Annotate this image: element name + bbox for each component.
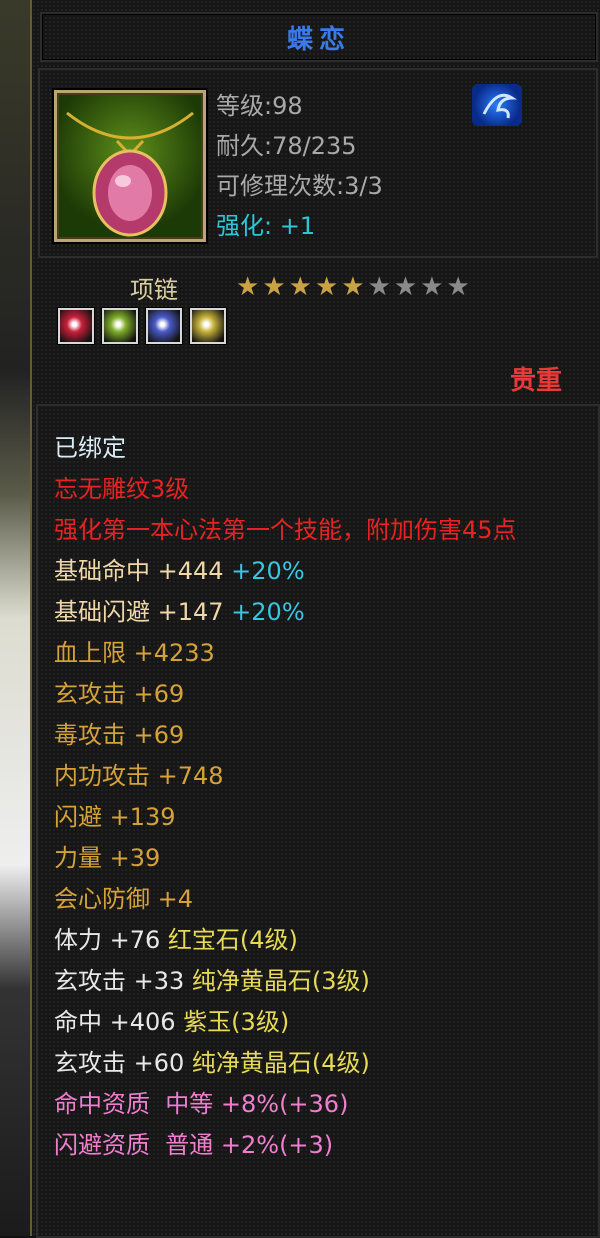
effect-text: 强化第一本心法第一个技能，附加伤害45点 (54, 516, 517, 544)
gem-stat-line: 玄攻击 +60 纯净黄晶石(4级) (54, 1043, 594, 1084)
game-background-edge (0, 0, 30, 1236)
aptitude-line: 命中资质 中等 +8%(+36) (54, 1090, 349, 1118)
stat-text: 基础闪避 +147 (54, 598, 224, 626)
star-icon: ★ (288, 272, 312, 302)
gem-stat-line: 命中 +406 紫玉(3级) (54, 1002, 594, 1043)
stat-text: 毒攻击 +69 (54, 721, 185, 749)
stat-text: 力量 +39 (54, 844, 161, 872)
stat-line: 闪避 +139 (54, 797, 594, 838)
stat-line: 会心防御 +4 (54, 879, 594, 920)
stat-line: 毒攻击 +69 (54, 715, 594, 756)
title-bar: 蝶恋 (40, 12, 598, 62)
stat-text: 血上限 +4233 (54, 639, 215, 667)
item-level: 等级:98 (216, 92, 303, 120)
item-icon (54, 90, 206, 242)
green-gem-icon[interactable] (102, 308, 138, 344)
gem-name: 纯净黄晶石(4级) (191, 1049, 370, 1077)
gem-stat-text: 玄攻击 +33 (54, 967, 192, 995)
gem-stat-line: 体力 +76 红宝石(4级) (54, 920, 594, 961)
stat-text: 会心防御 +4 (54, 885, 194, 913)
item-type: 项链 (130, 276, 178, 304)
stat-text: 玄攻击 +69 (54, 680, 185, 708)
stat-line: 力量 +39 (54, 838, 594, 879)
item-durability: 耐久:78/235 (216, 132, 357, 160)
stat-line: 基础命中 +444 +20% (54, 551, 594, 592)
star-icon: ★ (420, 272, 444, 302)
gem-stat-text: 体力 +76 (54, 926, 168, 954)
star-icon: ★ (393, 272, 418, 302)
star-icon: ★ (236, 272, 260, 302)
item-enhance: 强化: +1 (216, 212, 316, 240)
stat-bonus: +20% (223, 557, 305, 585)
gem-name: 纯净黄晶石(3级) (191, 967, 370, 995)
aptitude-list: 命中资质 中等 +8%(+36) 闪避资质 普通 +2%(+3) (54, 1084, 594, 1166)
stat-line: 内功攻击 +748 (54, 756, 594, 797)
star-icon: ★ (367, 272, 391, 302)
blue-gem-icon[interactable] (146, 308, 182, 344)
gem-name: 紫玉(3级) (183, 1008, 290, 1036)
element-badge-icon (472, 84, 522, 126)
star-rating: ★ ★ ★ ★ ★ ★ ★ ★ ★ (236, 274, 470, 300)
stat-text: 内功攻击 +748 (54, 762, 224, 790)
item-header: 等级:98 耐久:78/235 可修理次数:3/3 强化: +1 (38, 68, 598, 258)
stats-list: 基础命中 +444 +20% 基础闪避 +147 +20% 血上限 +4233 玄攻击… (54, 551, 594, 920)
stat-line: 玄攻击 +69 (54, 674, 594, 715)
star-icon: ★ (314, 272, 339, 302)
item-rarity: 贵重 (509, 366, 562, 396)
star-icon: ★ (341, 272, 365, 302)
star-icon: ★ (262, 272, 286, 302)
stat-line: 血上限 +4233 (54, 633, 594, 674)
stat-bonus: +20% (223, 598, 305, 626)
gem-stat-text: 命中 +406 (54, 1008, 184, 1036)
red-gem-icon[interactable] (58, 308, 94, 344)
stat-line: 基础闪避 +147 +20% (54, 592, 594, 633)
aptitude-line: 闪避资质 普通 +2%(+3) (54, 1131, 334, 1159)
star-icon: ★ (446, 272, 470, 302)
gem-stat-text: 玄攻击 +60 (54, 1049, 192, 1077)
swirl-icon (482, 93, 517, 119)
yellow-gem-icon[interactable] (190, 308, 226, 344)
item-description: 已绑定 忘无雕纹3级 强化第一本心法第一个技能，附加伤害45点 基础命中 +44… (36, 404, 600, 1238)
gem-name: 红宝石(4级) (167, 926, 298, 954)
item-repairs: 可修理次数:3/3 (216, 172, 383, 200)
gem-stat-line: 玄攻击 +33 纯净黄晶石(3级) (54, 961, 594, 1002)
pendant-icon (66, 111, 194, 237)
stat-text: 闪避 +139 (54, 803, 176, 831)
engrave-text: 忘无雕纹3级 (54, 475, 190, 503)
gem-stats-list: 体力 +76 红宝石(4级) 玄攻击 +33 纯净黄晶石(3级) 命中 +406 紫… (54, 920, 594, 1084)
gem-slots (58, 308, 226, 344)
item-tooltip-panel: 蝶恋 等级:98 耐久:78/235 可修理次数:3/3 强化: +1 项链 ★… (30, 0, 600, 1238)
bound-status: 已绑定 (54, 434, 126, 462)
stat-text: 基础命中 +444 (54, 557, 224, 585)
item-name: 蝶恋 (286, 24, 351, 55)
